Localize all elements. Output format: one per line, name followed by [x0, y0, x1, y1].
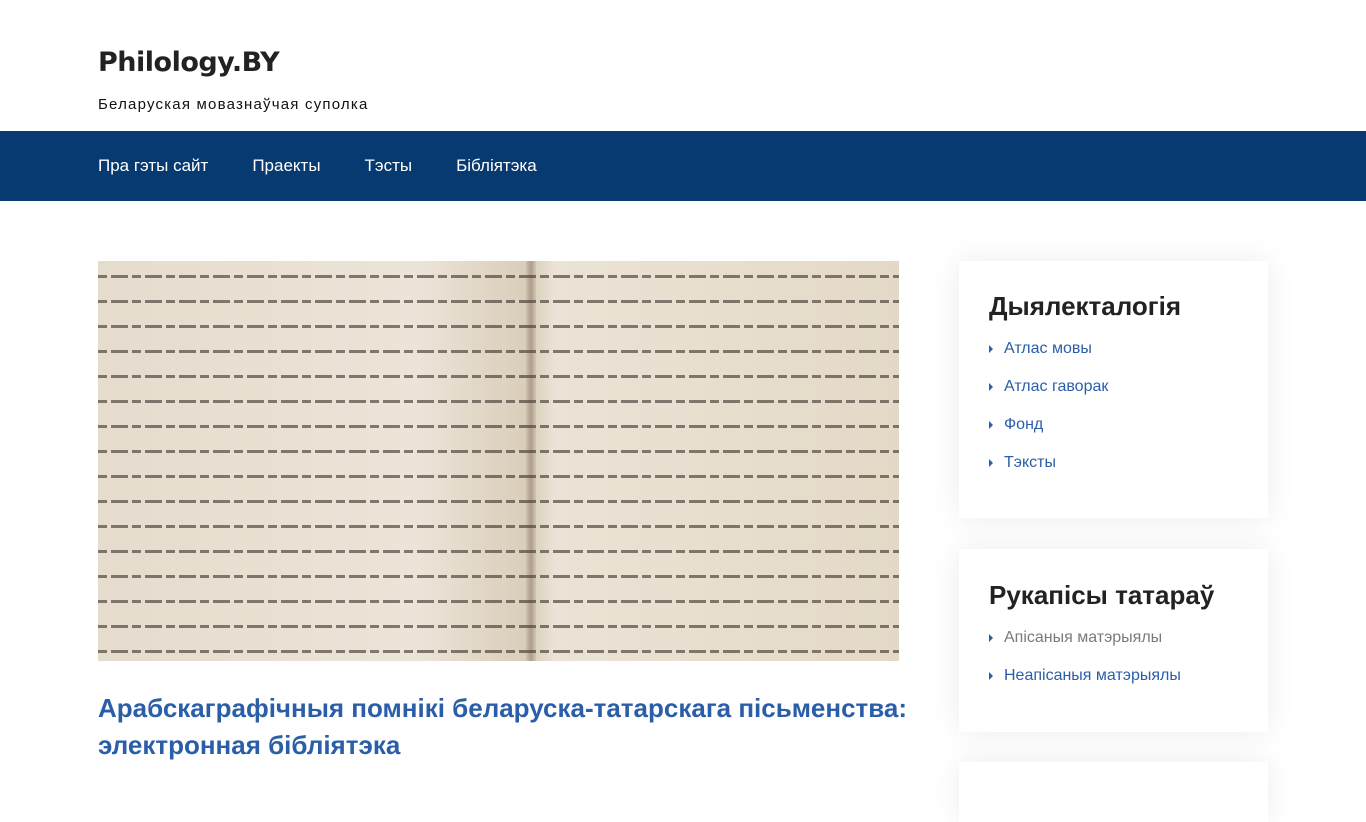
- widget-link[interactable]: Тэксты: [989, 454, 1238, 492]
- widget-link[interactable]: Апісаныя матэрыялы: [989, 629, 1238, 667]
- caret-right-icon: [989, 634, 993, 642]
- manuscript-text-lines: [98, 261, 899, 661]
- widget-link[interactable]: Фонд: [989, 416, 1238, 454]
- caret-right-icon: [989, 345, 993, 353]
- link-label: Атлас мовы: [1004, 340, 1092, 357]
- widget-link[interactable]: Неапісаныя матэрыялы: [989, 667, 1238, 705]
- link-label: Тэксты: [1004, 454, 1056, 471]
- widget-link[interactable]: Атлас гаворак: [989, 378, 1238, 416]
- manuscript-spine: [526, 261, 536, 661]
- site-header: Philology.BY Беларуская мовазнаўчая супо…: [0, 0, 1366, 131]
- nav-item-tests[interactable]: Тэсты: [365, 156, 413, 176]
- main-nav: Пра гэты сайт Праекты Тэсты Бібліятэка: [0, 131, 1366, 201]
- widget-dialectology: Дыялекталогія Атлас мовы Атлас гаворак Ф…: [959, 261, 1268, 518]
- site-tagline: Беларуская мовазнаўчая суполка: [98, 96, 369, 113]
- widget-link[interactable]: Атлас мовы: [989, 340, 1238, 378]
- link-label: Неапісаныя матэрыялы: [1004, 667, 1181, 684]
- link-label: Фонд: [1004, 416, 1044, 433]
- caret-right-icon: [989, 421, 993, 429]
- nav-item-projects[interactable]: Праекты: [252, 156, 320, 176]
- widget-tatar-manuscripts: Рукапісы татараў Апісаныя матэрыялы Неап…: [959, 549, 1268, 732]
- caret-right-icon: [989, 672, 993, 680]
- widget-next: [959, 762, 1268, 822]
- nav-item-library[interactable]: Бібліятэка: [456, 156, 537, 176]
- featured-manuscript-image[interactable]: [98, 261, 899, 661]
- caret-right-icon: [989, 383, 993, 391]
- link-label: Апісаныя матэрыялы: [1004, 629, 1163, 646]
- link-label: Атлас гаворак: [1004, 378, 1109, 395]
- widget-title: Дыялекталогія: [989, 291, 1182, 321]
- post-title-link[interactable]: Арабскаграфічныя помнікі беларуска-татар…: [98, 690, 908, 764]
- nav-item-about[interactable]: Пра гэты сайт: [98, 156, 208, 176]
- caret-right-icon: [989, 459, 993, 467]
- widget-title: Рукапісы татараў: [989, 580, 1215, 610]
- site-title[interactable]: Philology.BY: [98, 47, 280, 78]
